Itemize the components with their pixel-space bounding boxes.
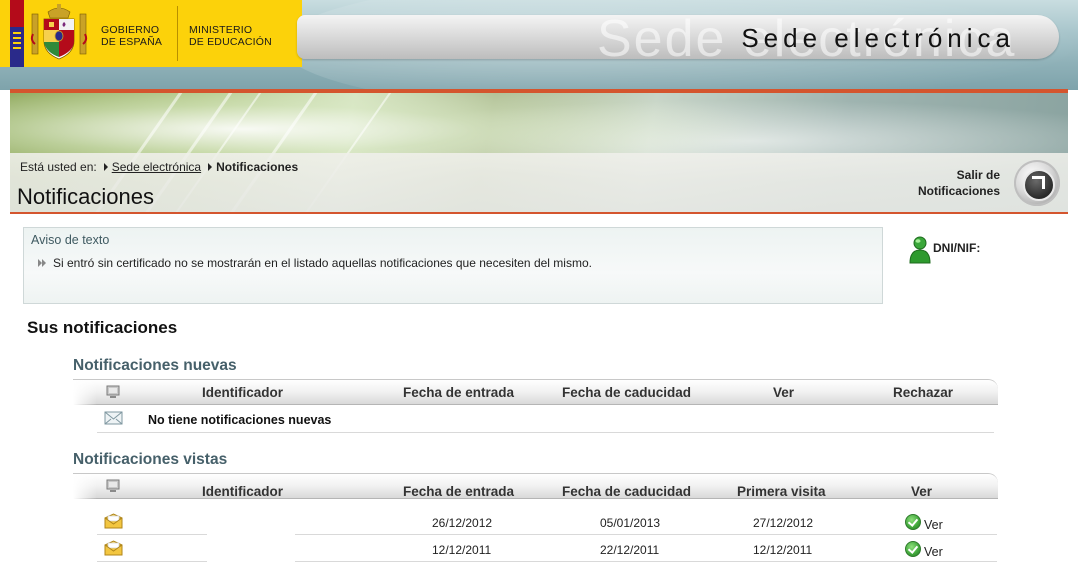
table-row: No tiene notificaciones nuevas bbox=[97, 406, 994, 433]
notice-box: Aviso de texto Si entró sin certificado … bbox=[23, 227, 883, 304]
flag-stripe bbox=[10, 0, 24, 67]
viewed-notifications-title: Notificaciones vistas bbox=[73, 451, 228, 468]
ministry-line-2: DE EDUCACIÓN bbox=[189, 36, 272, 48]
breadcrumb-current: Notificaciones bbox=[216, 160, 299, 174]
view-label: Ver bbox=[924, 518, 943, 532]
row-divider bbox=[97, 432, 994, 433]
notice-text: Si entró sin certificado no se mostrarán… bbox=[53, 256, 592, 270]
row-divider bbox=[97, 534, 207, 535]
breadcrumb-link-sede[interactable]: Sede electrónica bbox=[112, 160, 201, 174]
logout-line-2: Notificaciones bbox=[917, 184, 1000, 198]
column-expiry-date: Fecha de caducidad bbox=[562, 385, 692, 400]
cell-expiry-date: 22/12/2011 bbox=[600, 543, 660, 557]
column-reject: Rechazar bbox=[893, 385, 954, 400]
government-name: GOBIERNO DE ESPAÑA bbox=[101, 24, 162, 48]
open-envelope-icon bbox=[104, 513, 123, 529]
cell-first-visit: 27/12/2012 bbox=[753, 516, 814, 530]
row-divider bbox=[97, 561, 207, 562]
column-identifier: Identificador bbox=[202, 385, 284, 400]
check-icon bbox=[905, 541, 921, 557]
double-arrow-bullet-icon bbox=[38, 259, 48, 267]
column-view: Ver bbox=[911, 484, 933, 499]
site-header: GOBIERNO DE ESPAÑA MINISTERIO DE EDUCACI… bbox=[0, 0, 1078, 90]
column-entry-date: Fecha de entrada bbox=[403, 484, 515, 499]
monitor-icon bbox=[106, 479, 120, 492]
column-view: Ver bbox=[773, 385, 795, 400]
open-envelope-icon bbox=[104, 540, 123, 556]
monitor-icon bbox=[106, 385, 120, 398]
empty-message: No tiene notificaciones nuevas bbox=[148, 413, 332, 427]
portal-title[interactable]: Sede electrónica bbox=[741, 23, 1015, 54]
ministry-name: MINISTERIO DE EDUCACIÓN bbox=[189, 24, 272, 48]
government-logo[interactable]: GOBIERNO DE ESPAÑA MINISTERIO DE EDUCACI… bbox=[0, 0, 302, 67]
logo-divider bbox=[177, 6, 178, 61]
portal-title-bar: Sede electrónica Sede electrónica bbox=[297, 15, 1059, 59]
view-label: Ver bbox=[924, 545, 943, 559]
cell-entry-date: 12/12/2011 bbox=[432, 543, 492, 557]
logout-link[interactable]: Salir de Notificaciones bbox=[918, 167, 1000, 199]
user-icon bbox=[909, 236, 931, 264]
banner-bottom-border bbox=[10, 212, 1068, 214]
breadcrumb: Está usted en: Sede electrónica Notificaci… bbox=[20, 160, 298, 174]
notifications-section-title: Sus notificaciones bbox=[27, 318, 178, 337]
new-notifications-header: Identificador Fecha de entrada Fecha de … bbox=[73, 379, 998, 405]
viewed-notifications-header: Identificador Fecha de entrada Fecha de … bbox=[73, 473, 998, 499]
breadcrumb-arrow-icon bbox=[208, 163, 213, 171]
column-expiry-date: Fecha de caducidad bbox=[562, 484, 692, 499]
column-identifier: Identificador bbox=[202, 484, 284, 499]
new-notifications-title: Notificaciones nuevas bbox=[73, 357, 237, 374]
cell-entry-date: 26/12/2012 bbox=[432, 516, 493, 530]
dni-label: DNI/NIF: bbox=[933, 241, 981, 255]
logout-line-1: Salir de bbox=[956, 168, 1000, 182]
table-row[interactable]: 26/12/2012 05/01/2013 27/12/2012 Ver bbox=[97, 509, 994, 536]
column-entry-date: Fecha de entrada bbox=[403, 385, 515, 400]
cell-expiry-date: 05/01/2013 bbox=[600, 516, 661, 530]
row-divider bbox=[295, 534, 997, 535]
row-divider bbox=[295, 561, 997, 562]
breadcrumb-arrow-icon bbox=[103, 163, 108, 171]
column-first-visit: Primera visita bbox=[737, 484, 826, 499]
check-icon bbox=[905, 514, 921, 530]
envelope-icon bbox=[104, 411, 123, 425]
coat-of-arms-icon bbox=[30, 4, 88, 60]
gov-line-1: GOBIERNO bbox=[101, 24, 160, 36]
table-row[interactable]: 12/12/2011 22/12/2011 12/12/2011 Ver bbox=[97, 536, 994, 563]
cell-first-visit: 12/12/2011 bbox=[753, 543, 813, 557]
exit-icon[interactable] bbox=[1014, 160, 1060, 206]
page-banner: Está usted en: Sede electrónica Notificaci… bbox=[10, 93, 1068, 213]
gov-line-2: DE ESPAÑA bbox=[101, 36, 163, 48]
banner-title-area: Está usted en: Sede electrónica Notificaci… bbox=[10, 153, 1068, 213]
page-title: Notificaciones bbox=[17, 184, 154, 209]
notice-title: Aviso de texto bbox=[31, 233, 110, 247]
breadcrumb-prefix: Está usted en: bbox=[20, 160, 97, 174]
ministry-line-1: MINISTERIO bbox=[189, 24, 253, 36]
